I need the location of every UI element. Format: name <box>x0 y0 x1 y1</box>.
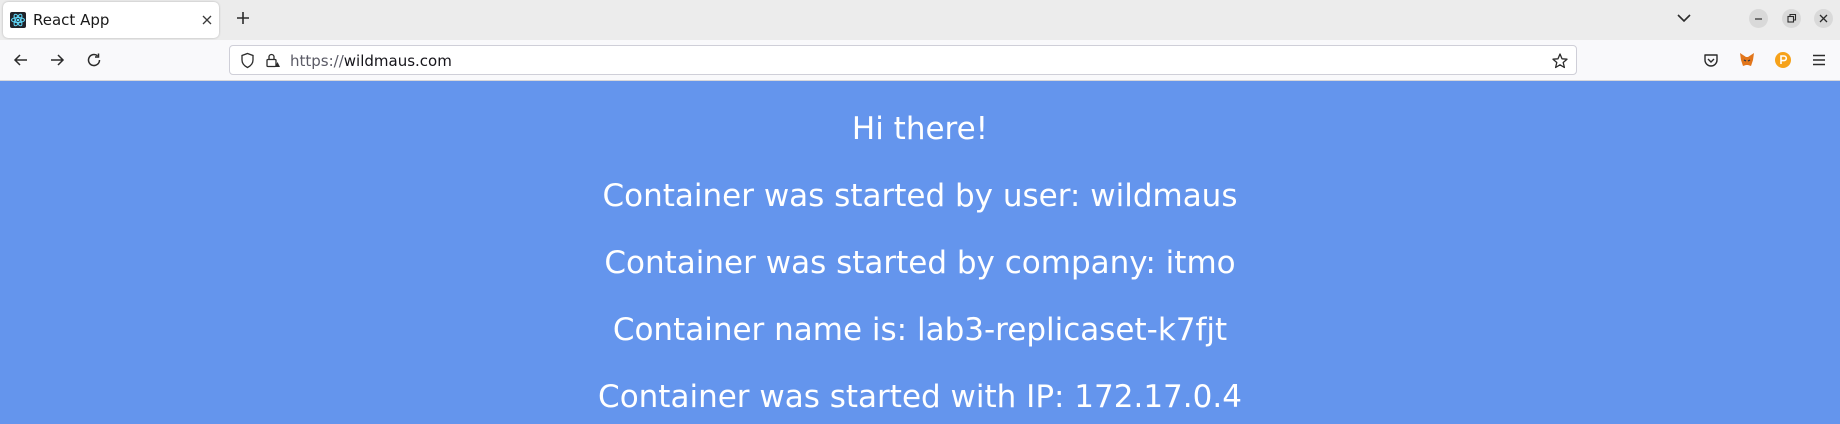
url-text[interactable]: https://wildmaus.com <box>290 52 452 70</box>
star-icon[interactable] <box>1551 52 1569 70</box>
metamask-fox-icon[interactable] <box>1738 51 1756 69</box>
info-line-container-name: Container name is: lab3-replicaset-k7fjt <box>612 312 1228 348</box>
restore-icon[interactable] <box>1782 9 1801 28</box>
arrow-left-icon[interactable] <box>12 51 30 69</box>
hamburger-menu-icon[interactable] <box>1810 51 1828 69</box>
close-icon[interactable] <box>1814 9 1833 28</box>
chevron-down-icon[interactable] <box>1675 9 1693 27</box>
info-line-user: Container was started by user: wildmaus <box>602 178 1238 214</box>
close-tab-icon[interactable] <box>199 12 215 28</box>
lock-icon[interactable] <box>264 52 281 69</box>
orange-p-extension-icon[interactable] <box>1774 51 1792 69</box>
minimize-icon[interactable] <box>1749 9 1768 28</box>
react-icon <box>10 12 26 28</box>
info-line-company: Container was started by company: itmo <box>604 245 1236 281</box>
page-content: Hi there! Container was started by user:… <box>0 81 1840 424</box>
arrow-right-icon[interactable] <box>48 51 66 69</box>
plus-icon[interactable] <box>234 9 252 27</box>
url-scheme: https:// <box>290 52 344 70</box>
tab-react-app[interactable]: React App <box>3 2 219 38</box>
navigation-toolbar: https://wildmaus.com <box>0 40 1840 81</box>
greeting-heading: Hi there! <box>851 111 989 147</box>
address-bar[interactable]: https://wildmaus.com <box>229 45 1577 75</box>
reload-icon[interactable] <box>85 51 103 69</box>
url-host: wildmaus.com <box>343 52 452 70</box>
info-line-ip: Container was started with IP: 172.17.0.… <box>598 379 1242 415</box>
shield-icon[interactable] <box>239 52 256 69</box>
pocket-icon[interactable] <box>1702 51 1720 69</box>
tab-strip: React App <box>0 0 1840 40</box>
tab-title: React App <box>33 11 110 29</box>
